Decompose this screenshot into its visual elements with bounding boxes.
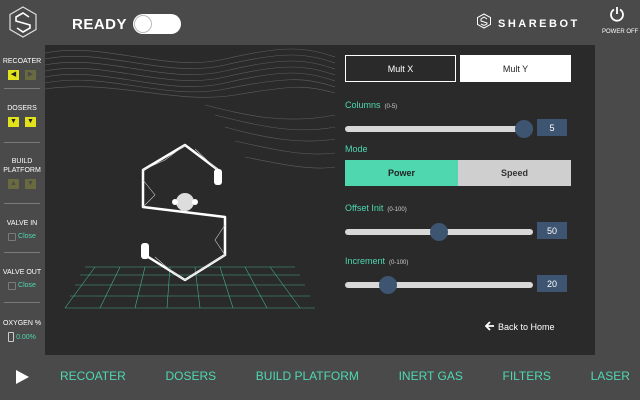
recoater-left-button[interactable]: ◀ — [8, 70, 19, 80]
sidebar-divider — [4, 88, 40, 89]
sharebot-logo-icon — [6, 5, 40, 39]
valve-in-check-box — [8, 232, 17, 241]
power-off-label: POWER OFF — [602, 29, 639, 35]
sidebar-divider — [4, 252, 40, 253]
sidebar-recoater: RECOATER ◀ ▶ — [0, 57, 44, 80]
status-label: READY — [72, 16, 128, 33]
brand-name: SHAREBOT — [498, 17, 580, 30]
build-platform-label-2: PLATFORM — [3, 167, 41, 174]
main-panel: Mult X Mult Y Columns (0-5) 5 Mode Power … — [44, 45, 595, 355]
recoater-label: RECOATER — [2, 58, 42, 65]
columns-label: Columns — [345, 100, 381, 110]
toggle-knob — [135, 16, 151, 32]
sharebot-s-logo-illustration — [44, 48, 336, 309]
doser-1-button[interactable]: ▼ — [8, 117, 19, 127]
back-to-home-label: Back to Home — [498, 322, 555, 332]
brand: SHAREBOT — [476, 13, 580, 34]
mode-selector: Power Speed — [345, 160, 571, 186]
ready-toggle[interactable] — [133, 14, 181, 34]
sidebar-oxygen: OXYGEN % 0.00% — [0, 319, 44, 342]
nav-build-platform[interactable]: BUILD PLATFORM — [256, 369, 359, 383]
mode-label: Mode — [345, 144, 368, 154]
grid-floor — [64, 266, 315, 309]
offset-init-slider[interactable] — [345, 223, 533, 241]
mode-speed-button[interactable]: Speed — [458, 160, 571, 186]
valve-out-label: VALVE OUT — [2, 269, 42, 276]
oxygen-value: 0.00% — [16, 333, 36, 341]
brand-logo-icon — [476, 13, 492, 34]
arrow-left-icon — [484, 321, 495, 333]
center-ball — [176, 193, 194, 211]
sidebar-valve-in: VALVE IN Close — [0, 219, 44, 241]
sidebar-divider — [4, 142, 40, 143]
mult-y-button[interactable]: Mult Y — [460, 55, 571, 82]
back-to-home-link[interactable]: Back to Home — [484, 321, 555, 333]
columns-slider-thumb[interactable] — [515, 120, 533, 138]
nav-dosers[interactable]: DOSERS — [165, 369, 216, 383]
increment-slider-thumb[interactable] — [379, 276, 397, 294]
increment-label-row: Increment (0-100) — [345, 256, 408, 266]
columns-value: 5 — [537, 119, 567, 136]
nav-laser[interactable]: LASER — [591, 369, 630, 383]
offset-init-label: Offset Init — [345, 203, 384, 213]
doser-2-button[interactable]: ▼ — [25, 117, 36, 127]
mult-x-button[interactable]: Mult X — [345, 55, 456, 82]
columns-label-row: Columns (0-5) — [345, 100, 397, 110]
valve-in-state: Close — [18, 233, 36, 240]
recoater-right-button[interactable]: ▶ — [25, 70, 36, 80]
offset-init-slider-thumb[interactable] — [430, 223, 448, 241]
oxygen-readout: 0.00% — [0, 332, 44, 342]
oxygen-label: OXYGEN % — [2, 320, 42, 327]
increment-value: 20 — [537, 275, 567, 292]
power-icon — [609, 7, 625, 26]
valve-out-check-box — [8, 281, 17, 290]
increment-range: (0-100) — [389, 260, 409, 266]
offset-init-range: (0-100) — [387, 207, 407, 213]
nav-inert-gas[interactable]: INERT GAS — [399, 369, 463, 383]
offset-init-value: 50 — [537, 222, 567, 239]
sidebar-valve-out: VALVE OUT Close — [0, 268, 44, 290]
sidebar-divider — [4, 302, 40, 303]
columns-slider-track — [345, 126, 533, 132]
build-platform-down-button[interactable]: ▼ — [25, 179, 36, 189]
mult-selector: Mult X Mult Y — [345, 55, 571, 82]
mode-power-button[interactable]: Power — [345, 160, 458, 186]
hero-graphic — [44, 45, 336, 355]
offset-init-label-row: Offset Init (0-100) — [345, 203, 407, 213]
increment-slider-track — [345, 282, 533, 288]
nav-recoater[interactable]: RECOATER — [60, 369, 126, 383]
valve-in-checkbox[interactable]: Close — [0, 232, 44, 241]
sidebar-dosers: DOSERS ▼ ▼ — [0, 104, 44, 127]
build-platform-label-1: BUILD — [11, 158, 33, 165]
battery-icon — [8, 332, 15, 342]
columns-range: (0-5) — [384, 104, 398, 110]
nav-filters[interactable]: FILTERS — [502, 369, 550, 383]
dosers-label: DOSERS — [7, 105, 37, 112]
increment-label: Increment — [345, 256, 386, 266]
columns-slider[interactable] — [345, 120, 533, 138]
valve-out-state: Close — [18, 282, 36, 289]
play-button[interactable] — [14, 369, 30, 390]
build-platform-up-button[interactable]: ▲ — [8, 179, 19, 189]
power-off-button[interactable]: POWER OFF — [602, 6, 639, 35]
play-icon — [14, 370, 30, 389]
sidebar-build-platform: BUILD PLATFORM ▲ ▼ — [0, 157, 44, 189]
valve-out-checkbox[interactable]: Close — [0, 281, 44, 290]
sidebar-divider — [4, 203, 40, 204]
bottom-nav: RECOATER DOSERS BUILD PLATFORM INERT GAS… — [60, 369, 630, 383]
valve-in-label: VALVE IN — [6, 220, 38, 227]
increment-slider[interactable] — [345, 276, 533, 294]
